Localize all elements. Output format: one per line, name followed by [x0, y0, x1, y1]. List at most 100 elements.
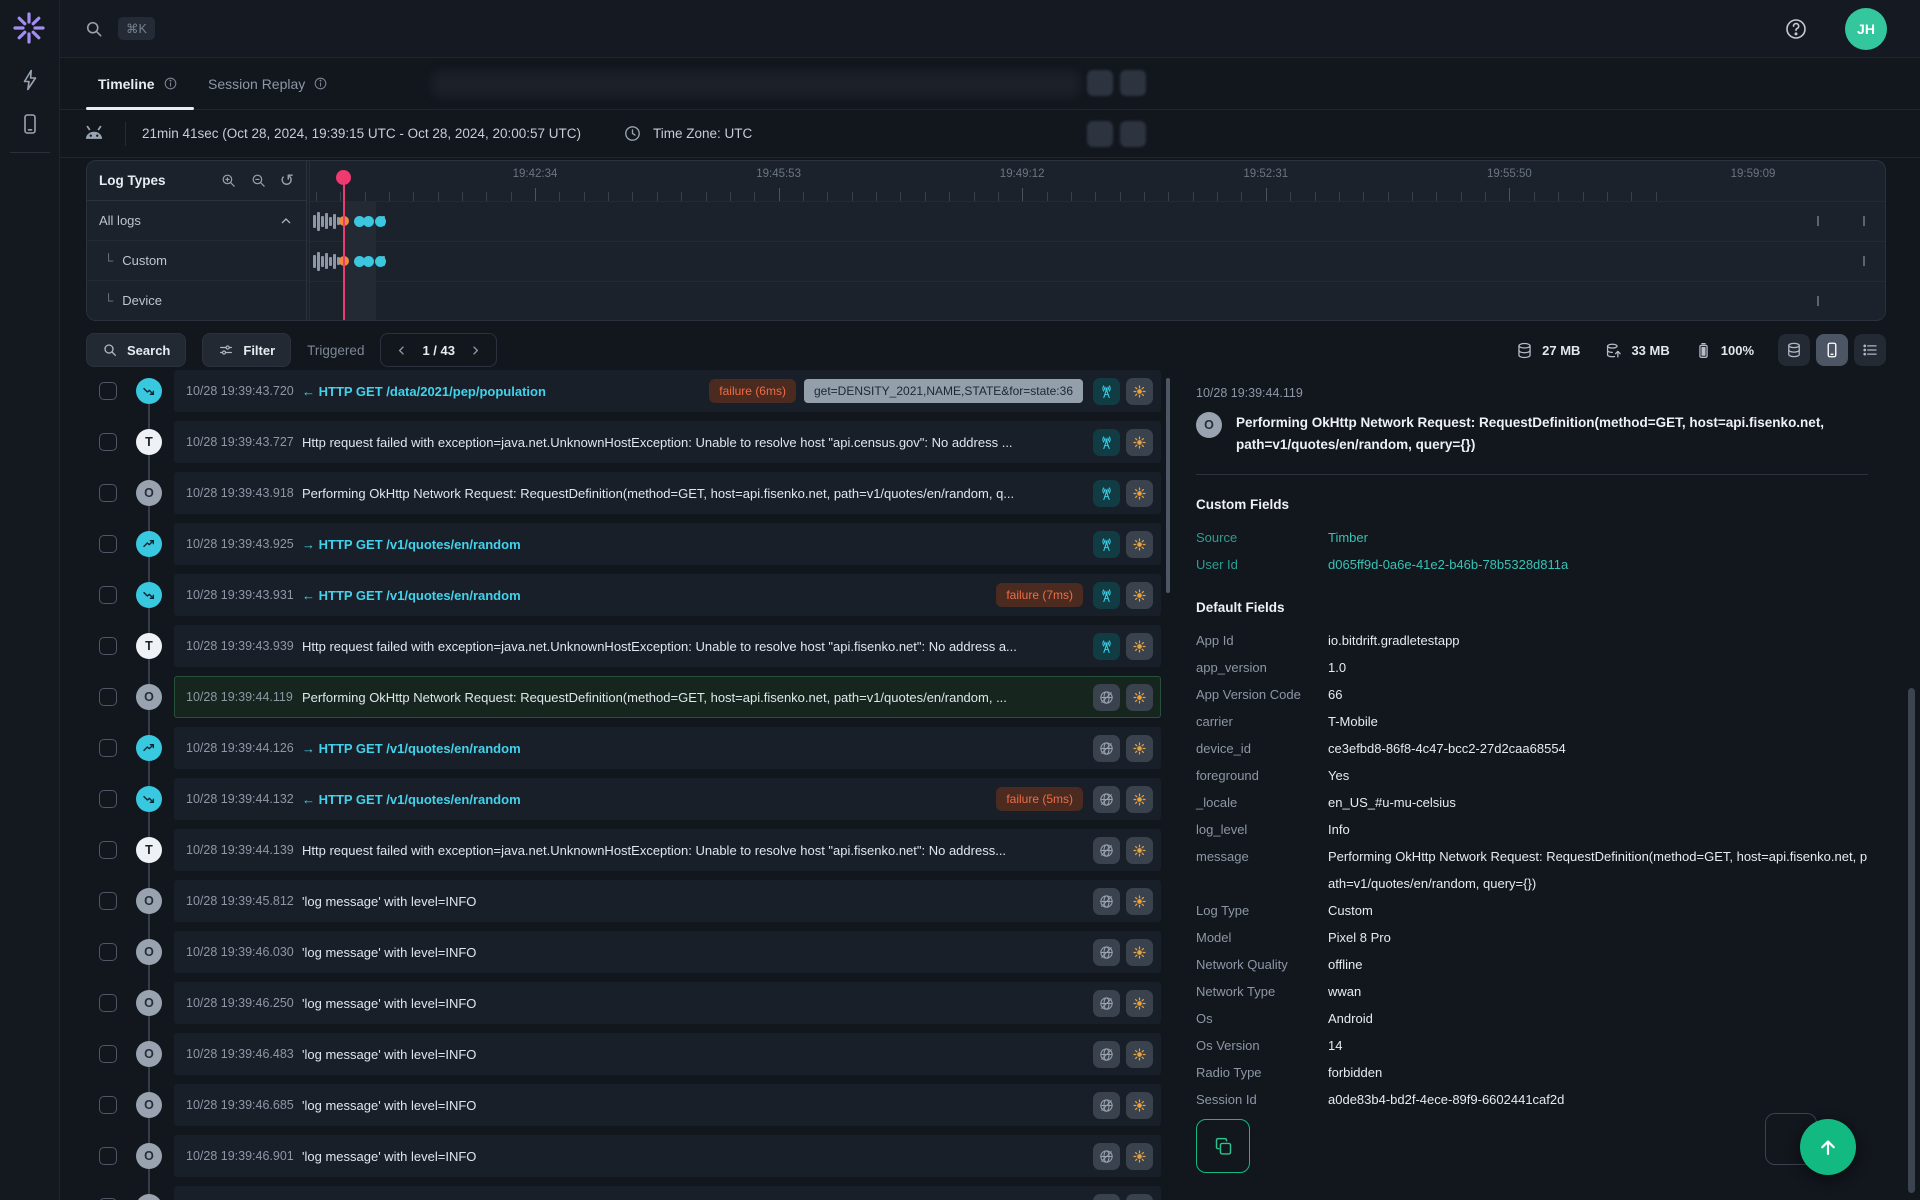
- window-scrollbar[interactable]: [1908, 688, 1915, 1193]
- offline-globe-button[interactable]: [1093, 938, 1120, 966]
- cell-tower-button[interactable]: [1093, 530, 1120, 558]
- log-row[interactable]: 10/28 19:39:44.132 ← HTTP GET /v1/quotes/…: [86, 778, 1161, 820]
- log-row-checkbox[interactable]: [99, 586, 117, 604]
- device-view-button[interactable]: [1816, 334, 1848, 366]
- log-row-card[interactable]: 10/28 19:39:44.126 → HTTP GET /v1/quotes/…: [174, 727, 1161, 769]
- log-row-card[interactable]: 10/28 19:39:43.720 ← HTTP GET /data/2021/…: [174, 370, 1161, 412]
- user-avatar[interactable]: JH: [1845, 8, 1887, 50]
- log-row-checkbox[interactable]: [99, 433, 117, 451]
- sun-button[interactable]: [1126, 1193, 1153, 1200]
- log-row[interactable]: 10/28 19:39:43.720 ← HTTP GET /data/2021/…: [86, 370, 1161, 412]
- sun-button[interactable]: [1126, 887, 1153, 915]
- sun-button[interactable]: [1126, 734, 1153, 762]
- log-row-checkbox[interactable]: [99, 790, 117, 808]
- log-row[interactable]: O 10/28 19:39:45.812 'log message' with le…: [86, 880, 1161, 922]
- scroll-to-top-button[interactable]: [1800, 1119, 1856, 1175]
- zoom-out-icon[interactable]: [250, 172, 267, 189]
- log-row-checkbox[interactable]: [99, 739, 117, 757]
- reset-zoom-icon[interactable]: ↺: [280, 172, 294, 189]
- log-row-card[interactable]: 10/28 19:39:46.250 'log message' with lev…: [174, 982, 1161, 1024]
- search-icon[interactable]: [84, 19, 104, 39]
- cell-tower-button[interactable]: [1093, 377, 1120, 405]
- sun-button[interactable]: [1126, 632, 1153, 660]
- log-row-card[interactable]: 10/28 19:39:45.812 'log message' with lev…: [174, 880, 1161, 922]
- offline-globe-button[interactable]: [1093, 887, 1120, 915]
- log-row-card[interactable]: 10/28 19:39:43.727 Http request failed wi…: [174, 421, 1161, 463]
- offline-globe-button[interactable]: [1093, 683, 1120, 711]
- cell-tower-button[interactable]: [1093, 581, 1120, 609]
- search-button[interactable]: Search: [86, 333, 187, 367]
- sessions-nav-icon[interactable]: [18, 112, 42, 136]
- log-row-checkbox[interactable]: [99, 841, 117, 859]
- timeline-track[interactable]: [307, 201, 1885, 241]
- log-row-card[interactable]: 10/28 19:39:46.030 'log message' with lev…: [174, 931, 1161, 973]
- offline-globe-button[interactable]: [1093, 1091, 1120, 1119]
- log-row[interactable]: O 10/28 19:39:4'log message' with level=I…: [86, 1186, 1161, 1200]
- offline-globe-button[interactable]: [1093, 989, 1120, 1017]
- log-row-card[interactable]: 10/28 19:39:43.931 ← HTTP GET /v1/quotes/…: [174, 574, 1161, 616]
- timeline-canvas[interactable]: 19:42:34 19:45:53 19:49:12 19:52:31 19:55:50…: [307, 161, 1885, 320]
- offline-globe-button[interactable]: [1093, 1193, 1120, 1200]
- search-shortcut-badge[interactable]: ⌘K: [118, 17, 155, 40]
- log-row-card[interactable]: 10/28 19:39:46.685 'log message' with lev…: [174, 1084, 1161, 1126]
- log-row-card[interactable]: 10/28 19:39:43.918 Performing OkHttp Netw…: [174, 472, 1161, 514]
- sun-button[interactable]: [1126, 938, 1153, 966]
- log-row-card[interactable]: 10/28 19:39:46.901 'log message' with lev…: [174, 1135, 1161, 1177]
- log-row[interactable]: O 10/28 19:39:46.685 'log message' with le…: [86, 1084, 1161, 1126]
- sun-button[interactable]: [1126, 530, 1153, 558]
- log-row-card[interactable]: 10/28 19:39:43.939 Http request failed wi…: [174, 625, 1161, 667]
- sun-button[interactable]: [1126, 989, 1153, 1017]
- sun-button[interactable]: [1126, 377, 1153, 405]
- tab-timeline[interactable]: Timeline: [98, 58, 178, 109]
- chevron-right-icon[interactable]: [468, 343, 483, 358]
- log-row[interactable]: O 10/28 19:39:46.901 'log message' with le…: [86, 1135, 1161, 1177]
- cell-tower-button[interactable]: [1093, 479, 1120, 507]
- data-view-button[interactable]: [1778, 334, 1810, 366]
- log-row[interactable]: 10/28 19:39:43.925 → HTTP GET /v1/quotes/…: [86, 523, 1161, 565]
- log-row-checkbox[interactable]: [99, 943, 117, 961]
- tab-session-replay[interactable]: Session Replay: [208, 58, 328, 109]
- offline-globe-button[interactable]: [1093, 785, 1120, 813]
- sun-button[interactable]: [1126, 581, 1153, 609]
- log-row[interactable]: T 10/28 19:39:43.727 Http request failed w…: [86, 421, 1161, 463]
- offline-globe-button[interactable]: [1093, 1142, 1120, 1170]
- log-row[interactable]: O 10/28 19:39:46.250 'log message' with le…: [86, 982, 1161, 1024]
- timeline-log-type-row[interactable]: └ Custom: [87, 241, 306, 281]
- log-row[interactable]: 10/28 19:39:44.126 → HTTP GET /v1/quotes/…: [86, 727, 1161, 769]
- chevron-left-icon[interactable]: [394, 343, 409, 358]
- sun-button[interactable]: [1126, 479, 1153, 507]
- log-row-card[interactable]: 10/28 19:39:44.132 ← HTTP GET /v1/quotes/…: [174, 778, 1161, 820]
- log-row[interactable]: 10/28 19:39:43.931 ← HTTP GET /v1/quotes/…: [86, 574, 1161, 616]
- offline-globe-button[interactable]: [1093, 836, 1120, 864]
- log-row-card[interactable]: 10/28 19:39:46.483 'log message' with lev…: [174, 1033, 1161, 1075]
- log-row-checkbox[interactable]: [99, 1045, 117, 1063]
- log-row-checkbox[interactable]: [99, 688, 117, 706]
- timeline-track[interactable]: [307, 241, 1885, 281]
- offline-globe-button[interactable]: [1093, 734, 1120, 762]
- log-row[interactable]: T 10/28 19:39:43.939 Http request failed w…: [86, 625, 1161, 667]
- cell-tower-button[interactable]: [1093, 428, 1120, 456]
- offline-globe-button[interactable]: [1093, 1040, 1120, 1068]
- log-row[interactable]: O 10/28 19:39:44.119 Performing OkHttp Net…: [86, 676, 1161, 718]
- copy-fields-button[interactable]: [1196, 1119, 1250, 1173]
- log-row[interactable]: O 10/28 19:39:43.918 Performing OkHttp Net…: [86, 472, 1161, 514]
- log-row-checkbox[interactable]: [99, 994, 117, 1012]
- filter-button[interactable]: Filter: [202, 333, 292, 367]
- timeline-ruler[interactable]: 19:42:34 19:45:53 19:49:12 19:52:31 19:55:50…: [307, 161, 1885, 201]
- sun-button[interactable]: [1126, 785, 1153, 813]
- log-row-checkbox[interactable]: [99, 892, 117, 910]
- chevron-up-icon[interactable]: [278, 213, 294, 229]
- sun-button[interactable]: [1126, 1091, 1153, 1119]
- timeline-track[interactable]: [307, 281, 1885, 320]
- log-row-checkbox[interactable]: [99, 1096, 117, 1114]
- sun-button[interactable]: [1126, 428, 1153, 456]
- sun-button[interactable]: [1126, 836, 1153, 864]
- playhead-handle[interactable]: [336, 170, 351, 185]
- log-row-card[interactable]: 10/28 19:39:44.139 Http request failed wi…: [174, 829, 1161, 871]
- redacted-button[interactable]: [1120, 121, 1146, 147]
- help-icon[interactable]: [1784, 17, 1808, 41]
- log-list-scrollbar[interactable]: [1166, 378, 1170, 593]
- redacted-button[interactable]: [1087, 121, 1113, 147]
- timeline-log-type-row[interactable]: └ Device: [87, 281, 306, 320]
- timeline-log-type-row[interactable]: All logs: [87, 201, 306, 241]
